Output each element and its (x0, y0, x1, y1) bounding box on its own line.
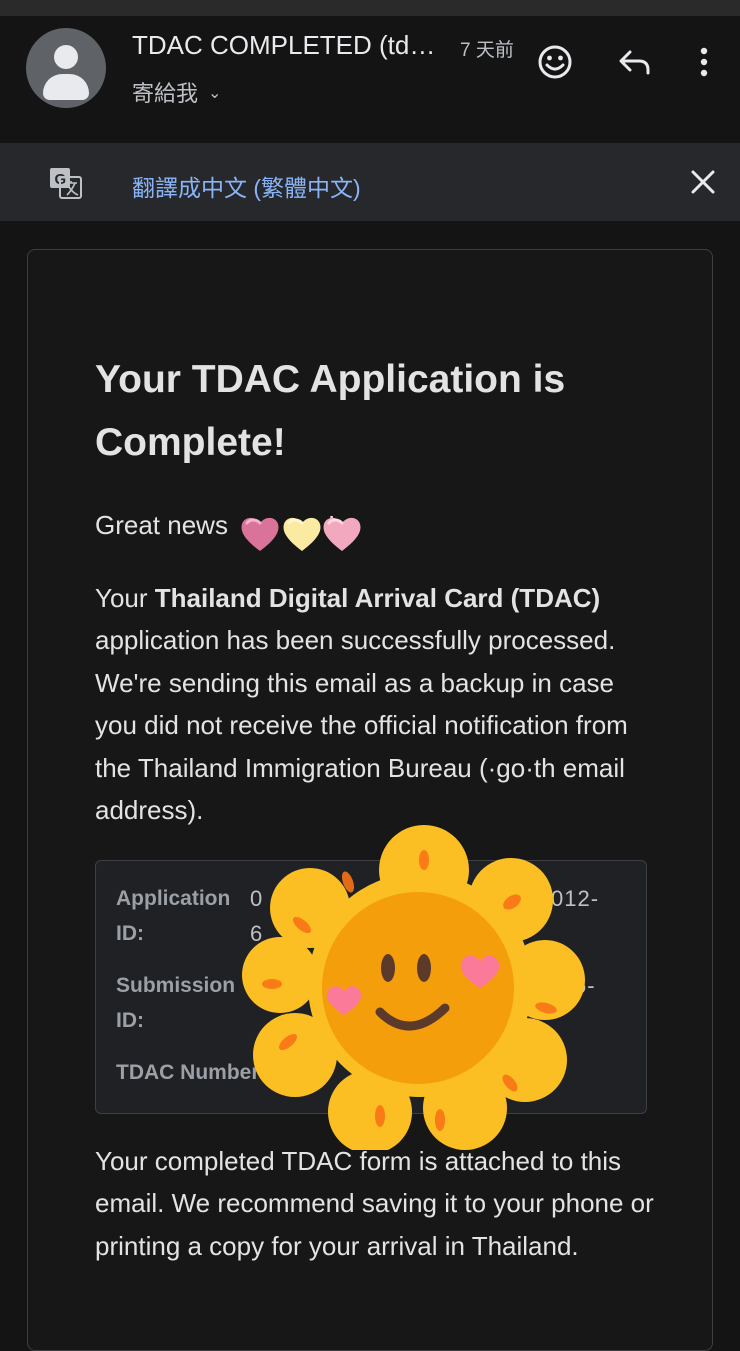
sun-sticker (242, 825, 585, 1150)
intro-rest: application has been successfully proces… (95, 625, 628, 826)
reply-icon[interactable] (614, 42, 654, 82)
submission-id-label: Submission ID: (116, 974, 236, 1032)
more-vert-icon[interactable] (684, 42, 724, 82)
email-header: TDAC COMPLETED (tda... 7 天前 寄給我 ⌄ (0, 16, 740, 142)
email-title: Your TDAC Application is Complete! (95, 358, 566, 464)
sender-avatar[interactable] (26, 28, 106, 108)
email-body-card: Your TDAC Application is Complete! Great… (27, 249, 713, 1351)
recipient-label: 寄給我 (132, 81, 199, 106)
recipient-toggle[interactable]: 寄給我 ⌄ (132, 76, 221, 108)
heart-icons (241, 517, 361, 551)
avatar-body-shape (43, 74, 89, 100)
avatar-head-shape (54, 45, 78, 69)
application-id-label: Application ID: (116, 887, 231, 945)
intro-prefix: Your (95, 583, 155, 613)
greeting-prefix: Great news (95, 510, 228, 540)
chevron-down-icon: ⌄ (208, 85, 222, 102)
emoji-icon[interactable] (535, 42, 575, 82)
close-icon[interactable] (686, 165, 720, 199)
translate-link[interactable]: 翻譯成中文 (繁體中文) (132, 169, 361, 203)
translate-icon: G (50, 168, 82, 199)
translate-bar: G 翻譯成中文 (繁體中文) (0, 143, 740, 221)
status-strip (0, 0, 740, 16)
intro-paragraph: Your Thailand Digital Arrival Card (TDAC… (95, 577, 655, 831)
email-time: 7 天前 (460, 40, 514, 61)
email-subject: TDAC COMPLETED (tda... (132, 30, 444, 60)
attachment-paragraph: Your completed TDAC form is attached to … (95, 1146, 654, 1261)
tdac-name: Thailand Digital Arrival Card (TDAC) (154, 583, 601, 613)
